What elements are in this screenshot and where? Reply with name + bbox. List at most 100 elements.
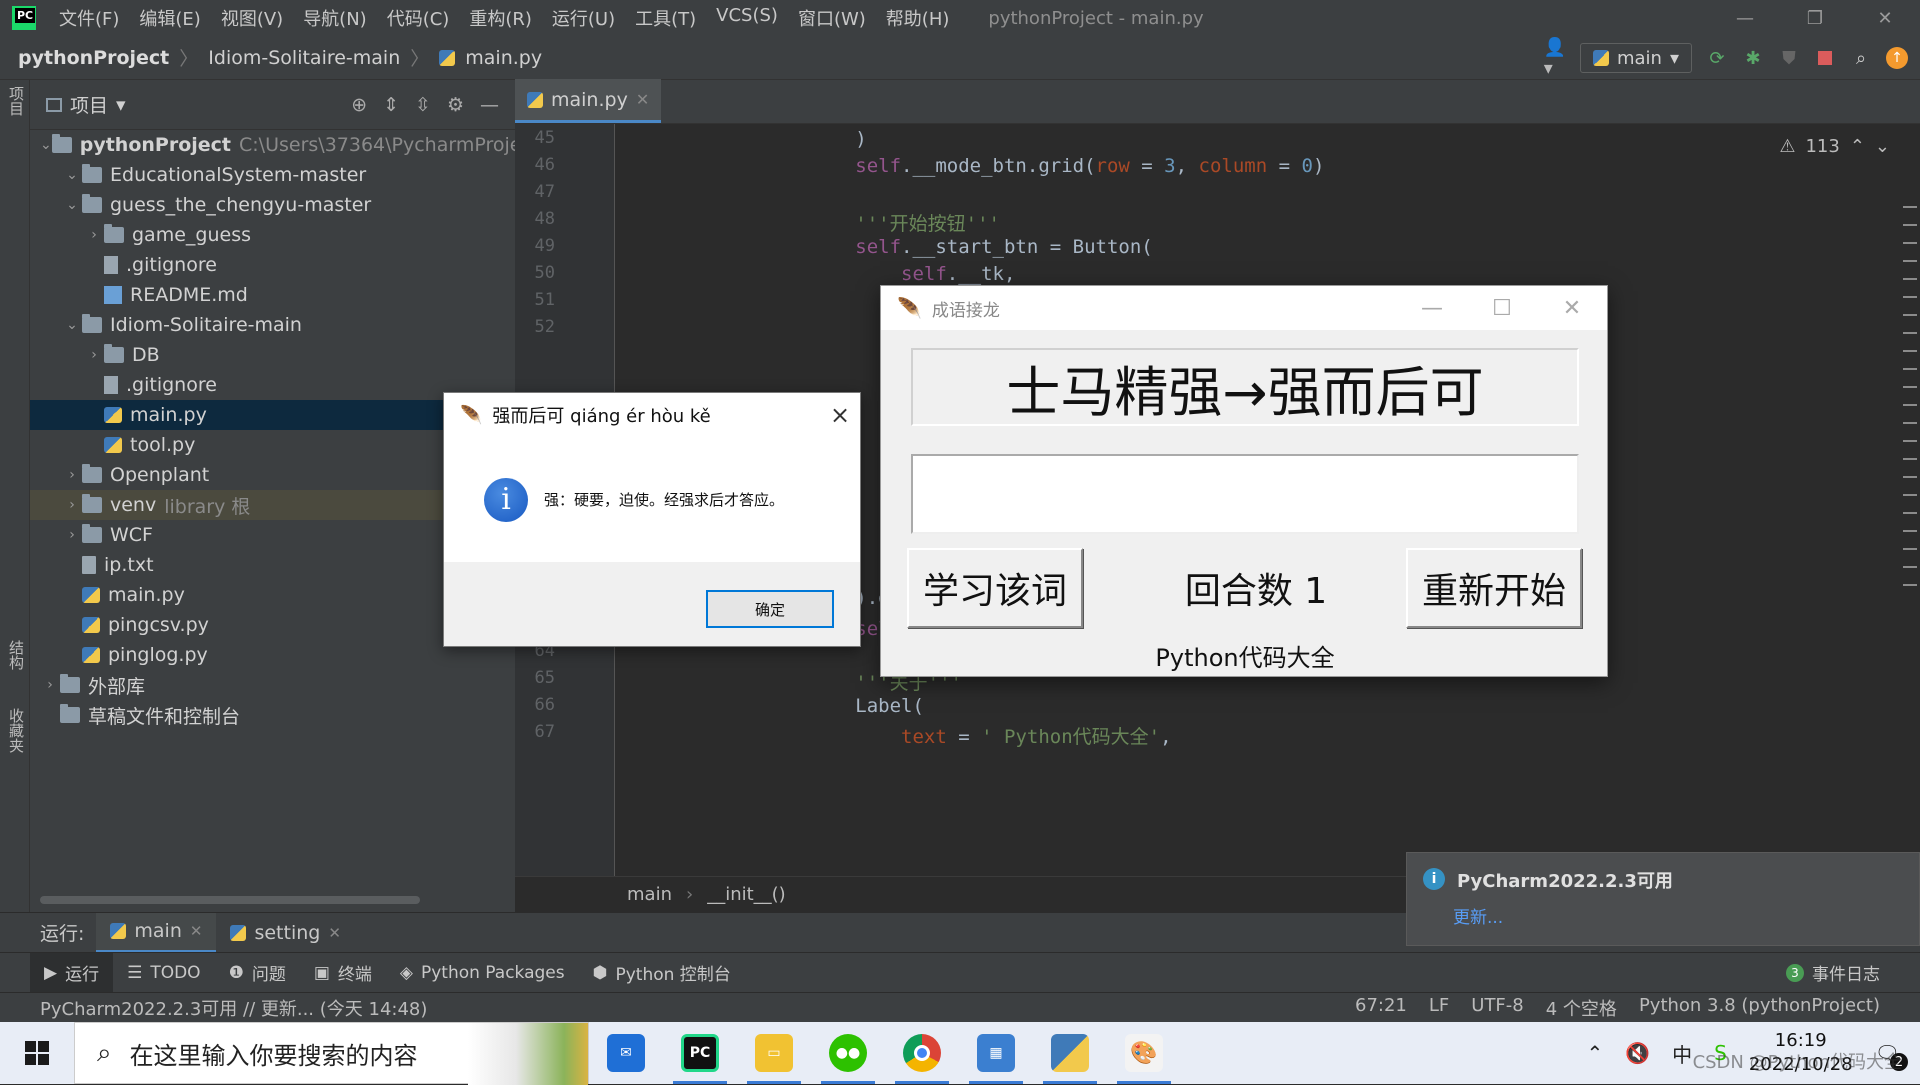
close-tab-icon[interactable]: ✕: [328, 924, 341, 942]
code-line[interactable]: self.__start_btn = Button(: [718, 236, 1152, 258]
chevron-down-icon[interactable]: ⌄: [1875, 136, 1890, 157]
event-log[interactable]: 3 事件日志: [1786, 960, 1920, 985]
tree-item[interactable]: .gitignore: [30, 250, 515, 280]
start-button[interactable]: [0, 1022, 74, 1084]
user-icon[interactable]: 👤▾: [1544, 37, 1566, 79]
status-message[interactable]: PyCharm2022.2.3可用 // 更新... (今天 14:48): [0, 995, 427, 1021]
notification-update-link[interactable]: 更新...: [1453, 903, 1503, 928]
gear-icon[interactable]: ⚙: [447, 94, 464, 116]
menu-item[interactable]: 窗口(W): [789, 5, 875, 31]
close-button[interactable]: ✕: [1850, 0, 1920, 36]
stripe-mark[interactable]: [1903, 440, 1917, 442]
status-widget[interactable]: 67:21: [1355, 995, 1407, 1021]
stripe-mark[interactable]: [1903, 314, 1917, 316]
tool-todo[interactable]: ☰ TODO: [113, 953, 215, 993]
stripe-mark[interactable]: [1903, 296, 1917, 298]
stop-icon[interactable]: [1814, 47, 1836, 69]
tree-item[interactable]: README.md: [30, 280, 515, 310]
stripe-mark[interactable]: [1903, 458, 1917, 460]
minimize-button[interactable]: —: [1710, 0, 1780, 36]
tree-item[interactable]: 草稿文件和控制台: [30, 700, 515, 730]
code-breadcrumb-module[interactable]: main: [627, 884, 672, 905]
status-widget[interactable]: LF: [1429, 995, 1449, 1021]
ok-button[interactable]: 确定: [706, 590, 834, 628]
tree-item[interactable]: › 外部库: [30, 670, 515, 700]
stripe-mark[interactable]: [1903, 368, 1917, 370]
breadcrumb-project[interactable]: pythonProject: [18, 47, 169, 69]
close-tab-icon[interactable]: ✕: [636, 90, 649, 109]
chevron-icon[interactable]: ›: [62, 497, 82, 513]
taskbar-explorer[interactable]: ▭: [737, 1022, 811, 1084]
horizontal-scrollbar[interactable]: [40, 896, 420, 904]
code-line[interactable]: ): [718, 128, 866, 150]
error-stripe[interactable]: [1900, 190, 1920, 942]
expand-all-icon[interactable]: ⇕: [383, 94, 399, 116]
chevron-icon[interactable]: ›: [62, 467, 82, 483]
code-line[interactable]: Label(: [718, 695, 924, 717]
stripe-mark[interactable]: [1903, 566, 1917, 568]
code-breadcrumb-function[interactable]: __init__(): [707, 884, 786, 905]
chevron-icon[interactable]: ⌄: [62, 317, 82, 333]
restore-button[interactable]: ❐: [1780, 0, 1850, 36]
stripe-mark[interactable]: [1903, 584, 1917, 586]
minimize-button[interactable]: —: [1397, 296, 1467, 321]
stripe-mark[interactable]: [1903, 530, 1917, 532]
chevron-icon[interactable]: ›: [40, 677, 60, 693]
menu-item[interactable]: VCS(S): [707, 5, 787, 31]
close-button[interactable]: ✕: [1537, 296, 1607, 321]
stripe-mark[interactable]: [1903, 350, 1917, 352]
search-icon[interactable]: ⌕: [1850, 47, 1872, 69]
learn-word-button[interactable]: 学习该词: [907, 548, 1083, 628]
inspection-widget[interactable]: ⚠ 113 ⌃ ⌄: [1779, 136, 1890, 157]
status-widget[interactable]: UTF-8: [1471, 995, 1523, 1021]
chevron-icon[interactable]: ›: [84, 227, 104, 243]
project-tool-button[interactable]: 项目: [6, 86, 27, 116]
structure-tool-button[interactable]: 结构: [6, 640, 27, 670]
volume-muted-icon[interactable]: 🔇: [1625, 1041, 1650, 1065]
hide-icon[interactable]: —: [480, 94, 499, 116]
tool-python-console[interactable]: ⬢ Python 控制台: [579, 953, 745, 993]
favorites-tool-button[interactable]: 收藏夹: [6, 708, 27, 753]
update-icon[interactable]: ↑: [1886, 47, 1908, 69]
breadcrumb-file[interactable]: main.py: [465, 47, 542, 69]
stripe-mark[interactable]: [1903, 476, 1917, 478]
stripe-mark[interactable]: [1903, 224, 1917, 226]
code-line[interactable]: '''开始按钮''': [718, 209, 1000, 236]
menu-item[interactable]: 工具(T): [626, 5, 705, 31]
stripe-mark[interactable]: [1903, 422, 1917, 424]
rerun-icon[interactable]: ⟳: [1706, 47, 1728, 69]
breadcrumb-folder[interactable]: Idiom-Solitaire-main: [208, 47, 400, 69]
menu-item[interactable]: 运行(U): [543, 5, 624, 31]
tree-item[interactable]: › game_guess: [30, 220, 515, 250]
ime-indicator[interactable]: 中: [1672, 1039, 1692, 1068]
stripe-mark[interactable]: [1903, 494, 1917, 496]
taskbar-archive[interactable]: ▦: [959, 1022, 1033, 1084]
project-panel-title[interactable]: 项目: [70, 91, 108, 118]
stripe-mark[interactable]: [1903, 512, 1917, 514]
tab-main-py[interactable]: main.py ✕: [515, 79, 662, 123]
tree-item[interactable]: ⌄ Idiom-Solitaire-main: [30, 310, 515, 340]
taskbar-search[interactable]: ⌕ 在这里输入你要搜索的内容: [74, 1022, 589, 1085]
chevron-up-icon[interactable]: ⌃: [1586, 1041, 1603, 1065]
coverage-icon[interactable]: ⛊: [1778, 47, 1800, 69]
close-tab-icon[interactable]: ✕: [190, 922, 203, 940]
menu-item[interactable]: 编辑(E): [130, 5, 209, 31]
maximize-button[interactable]: ☐: [1467, 296, 1537, 321]
status-widget[interactable]: 4 个空格: [1546, 995, 1617, 1021]
collapse-all-icon[interactable]: ⇳: [415, 94, 431, 116]
tree-item[interactable]: ⌄ guess_the_chengyu-master: [30, 190, 515, 220]
code-line[interactable]: self.__tk,: [718, 263, 1015, 285]
menu-item[interactable]: 视图(V): [212, 5, 292, 31]
chevron-icon[interactable]: ›: [84, 347, 104, 363]
chevron-icon[interactable]: ⌄: [62, 197, 82, 213]
tool-python-packages[interactable]: ◈ Python Packages: [386, 953, 579, 993]
status-widget[interactable]: Python 3.8 (pythonProject): [1639, 995, 1880, 1021]
stripe-mark[interactable]: [1903, 260, 1917, 262]
locate-icon[interactable]: ⊕: [351, 94, 367, 116]
stripe-mark[interactable]: [1903, 404, 1917, 406]
debug-icon[interactable]: ✱: [1742, 47, 1764, 69]
menu-item[interactable]: 导航(N): [294, 5, 376, 31]
run-tab-main[interactable]: main ✕: [96, 912, 217, 953]
stripe-mark[interactable]: [1903, 206, 1917, 208]
menu-item[interactable]: 重构(R): [460, 5, 541, 31]
